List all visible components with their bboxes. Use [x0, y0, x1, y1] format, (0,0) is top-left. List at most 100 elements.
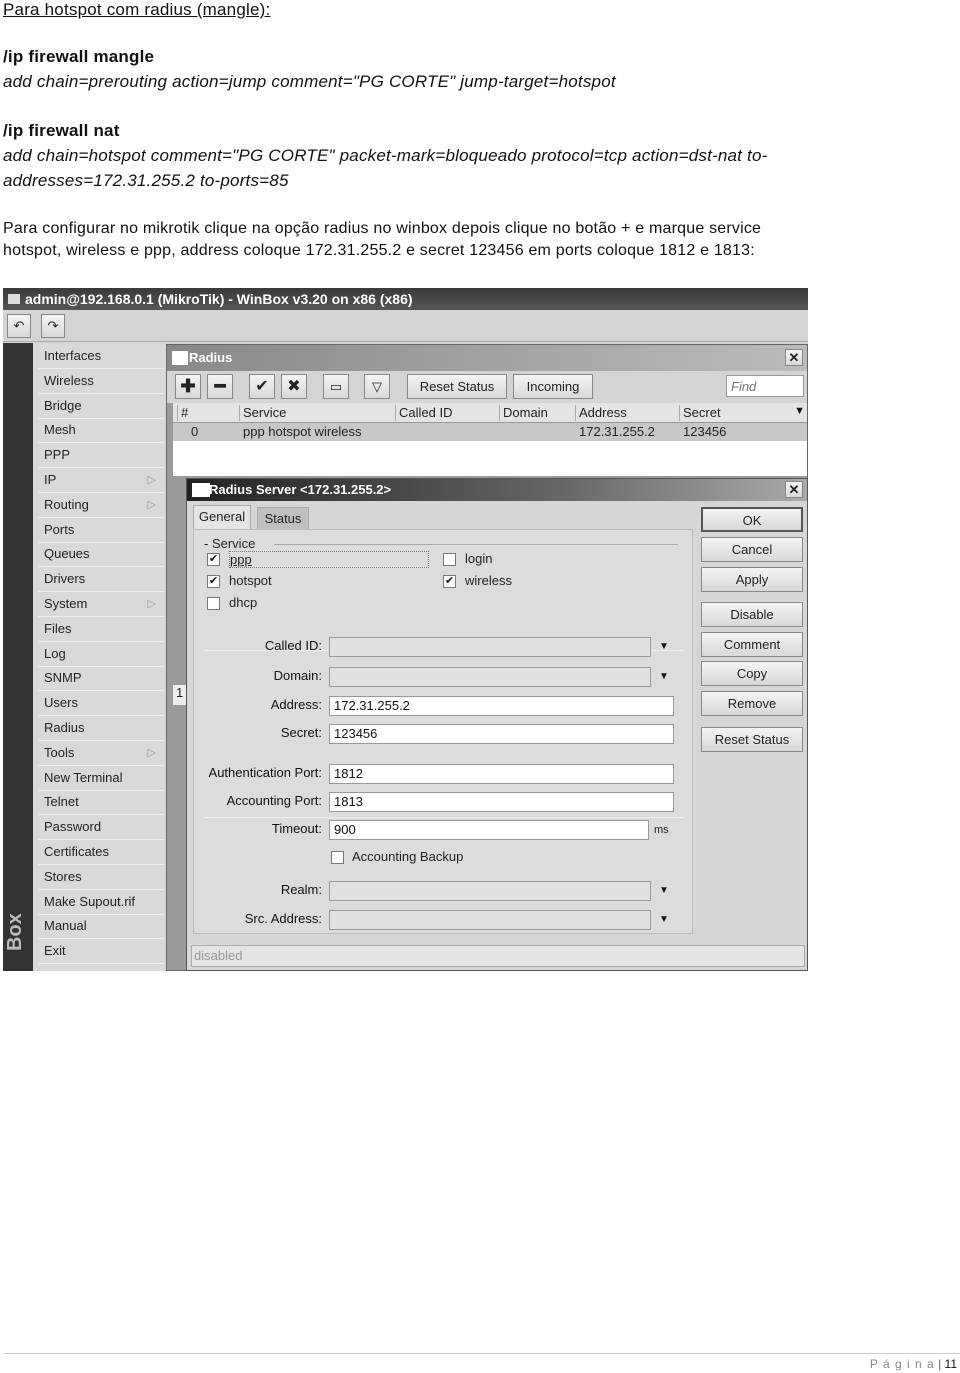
- dropdown-arrow-icon[interactable]: ▼: [659, 641, 669, 652]
- copy-button[interactable]: Copy: [701, 661, 803, 686]
- radius-title: Radius: [189, 350, 233, 365]
- src-address-input[interactable]: [329, 910, 651, 930]
- dhcp-label[interactable]: dhcp: [229, 595, 257, 610]
- sidebar-item-log[interactable]: Log: [38, 643, 164, 667]
- sidebar-item-users[interactable]: Users: [38, 692, 164, 717]
- window-title: admin@192.168.0.1 (MikroTik) - WinBox v3…: [25, 291, 413, 307]
- incoming-button[interactable]: Incoming: [513, 374, 593, 399]
- realm-input[interactable]: [329, 881, 651, 901]
- reset-status-button[interactable]: Reset Status: [701, 727, 803, 752]
- ppp-checkbox[interactable]: ✔: [207, 553, 220, 566]
- close-icon[interactable]: ✕: [785, 481, 803, 498]
- column-header[interactable]: Address: [575, 405, 627, 421]
- sidebar-item-make-supout-rif[interactable]: Make Supout.rif: [38, 891, 164, 915]
- footer-divider: [3, 1353, 960, 1354]
- comment-button[interactable]: Comment: [701, 632, 803, 657]
- sidebar-item-snmp[interactable]: SNMP: [38, 667, 164, 692]
- login-checkbox[interactable]: [443, 553, 456, 566]
- sidebar-item-stores[interactable]: Stores: [38, 866, 164, 890]
- submenu-arrow-icon: ▷: [147, 746, 156, 759]
- secret-input[interactable]: 123456: [329, 724, 674, 744]
- sidebar-item-certificates[interactable]: Certificates: [38, 841, 164, 865]
- sidebar-item-interfaces[interactable]: Interfaces: [38, 345, 164, 369]
- accounting-backup-checkbox[interactable]: [331, 851, 344, 864]
- dhcp-checkbox[interactable]: [207, 597, 220, 610]
- comment-button[interactable]: ▭: [323, 374, 349, 399]
- submenu-arrow-icon: ▷: [147, 498, 156, 511]
- sidebar-item-label: Users: [44, 695, 78, 711]
- wireless-label[interactable]: wireless: [465, 573, 512, 588]
- auth-port-label: Authentication Port:: [208, 765, 322, 780]
- radius-server-dialog: Radius Server <172.31.255.2> ✕ General S…: [186, 478, 808, 971]
- sidebar-item-bridge[interactable]: Bridge: [38, 395, 164, 419]
- sidebar-item-wireless[interactable]: Wireless: [38, 370, 164, 394]
- sidebar-item-drivers[interactable]: Drivers: [38, 568, 164, 593]
- sidebar-item-routing[interactable]: Routing ▷: [38, 494, 164, 518]
- redo-button[interactable]: ↷: [41, 314, 65, 338]
- close-icon[interactable]: ✕: [785, 349, 803, 366]
- domain-input[interactable]: [329, 667, 651, 687]
- sidebar-item-ip[interactable]: IP ▷: [38, 469, 164, 493]
- column-header[interactable]: Called ID: [395, 405, 452, 421]
- submenu-arrow-icon: ▷: [147, 598, 156, 610]
- dropdown-arrow-icon[interactable]: ▼: [659, 671, 669, 682]
- column-header[interactable]: Service: [239, 405, 286, 421]
- remove-button[interactable]: Remove: [701, 691, 803, 716]
- find-input[interactable]: [726, 375, 804, 397]
- sidebar-item-ports[interactable]: Ports: [38, 519, 164, 543]
- sidebar-item-new-terminal[interactable]: New Terminal: [38, 767, 164, 791]
- hotspot-label[interactable]: hotspot: [229, 573, 272, 588]
- sidebar-item-queues[interactable]: Queues: [38, 543, 164, 568]
- remove-button[interactable]: ━: [207, 374, 233, 399]
- dropdown-arrow-icon[interactable]: ▼: [659, 885, 669, 896]
- ok-button[interactable]: OK: [701, 507, 803, 532]
- enable-button[interactable]: ✔: [249, 374, 275, 399]
- ppp-label[interactable]: ppp: [229, 551, 429, 568]
- filter-button[interactable]: ▽: [364, 374, 390, 399]
- column-header[interactable]: Domain: [499, 405, 548, 421]
- page-footer: P á g i n a | 11: [869, 1357, 957, 1371]
- divider: [204, 817, 684, 818]
- disable-button[interactable]: ✖: [281, 374, 307, 399]
- mangle-title: /ip firewall mangle: [3, 47, 155, 66]
- sidebar-item-manual[interactable]: Manual: [38, 915, 164, 940]
- column-header[interactable]: #: [177, 405, 188, 421]
- login-label[interactable]: login: [465, 551, 492, 566]
- window-icon: [8, 294, 20, 304]
- column-menu-icon[interactable]: ▼: [794, 405, 805, 417]
- sidebar-item-files[interactable]: Files: [38, 618, 164, 642]
- timeout-input[interactable]: 900: [329, 820, 649, 840]
- minus-icon: ━: [214, 376, 226, 396]
- brand-text: Box: [4, 913, 26, 951]
- wireless-checkbox[interactable]: ✔: [443, 575, 456, 588]
- cancel-button[interactable]: Cancel: [701, 537, 803, 562]
- address-input[interactable]: 172.31.255.2: [329, 696, 674, 716]
- sidebar-item-label: New Terminal: [44, 769, 123, 785]
- dropdown-arrow-icon[interactable]: ▼: [659, 914, 669, 925]
- add-button[interactable]: ✚: [175, 374, 201, 399]
- sidebar-item-mesh[interactable]: Mesh: [38, 419, 164, 444]
- sidebar-item-exit[interactable]: Exit: [38, 940, 164, 965]
- sidebar-item-tools[interactable]: Tools ▷: [38, 742, 164, 766]
- radius-titlebar: Radius ✕: [167, 345, 807, 371]
- accounting-backup-label[interactable]: Accounting Backup: [352, 849, 463, 864]
- disable-button[interactable]: Disable: [701, 602, 803, 627]
- tab-general[interactable]: General: [193, 505, 251, 530]
- status-bar: disabled: [191, 945, 805, 967]
- undo-button[interactable]: ↶: [7, 314, 31, 338]
- sidebar-item-radius[interactable]: Radius: [38, 717, 164, 741]
- sidebar-item-password[interactable]: Password: [38, 816, 164, 841]
- called-id-input[interactable]: [329, 637, 651, 657]
- reset-status-button[interactable]: Reset Status: [407, 374, 507, 399]
- acct-port-input[interactable]: 1813: [329, 792, 674, 812]
- table-row[interactable]: 0 ppp hotspot wireless 172.31.255.2 123456: [173, 423, 807, 441]
- sidebar-item-system[interactable]: System ▷: [38, 593, 164, 617]
- sidebar-item-telnet[interactable]: Telnet: [38, 791, 164, 816]
- sidebar-item-label: Files: [44, 620, 72, 636]
- column-header[interactable]: Secret: [679, 405, 721, 421]
- apply-button[interactable]: Apply: [701, 567, 803, 592]
- auth-port-input[interactable]: 1812: [329, 764, 674, 784]
- sidebar-item-ppp[interactable]: PPP: [38, 444, 164, 469]
- hotspot-checkbox[interactable]: ✔: [207, 575, 220, 588]
- tab-status[interactable]: Status: [257, 507, 309, 530]
